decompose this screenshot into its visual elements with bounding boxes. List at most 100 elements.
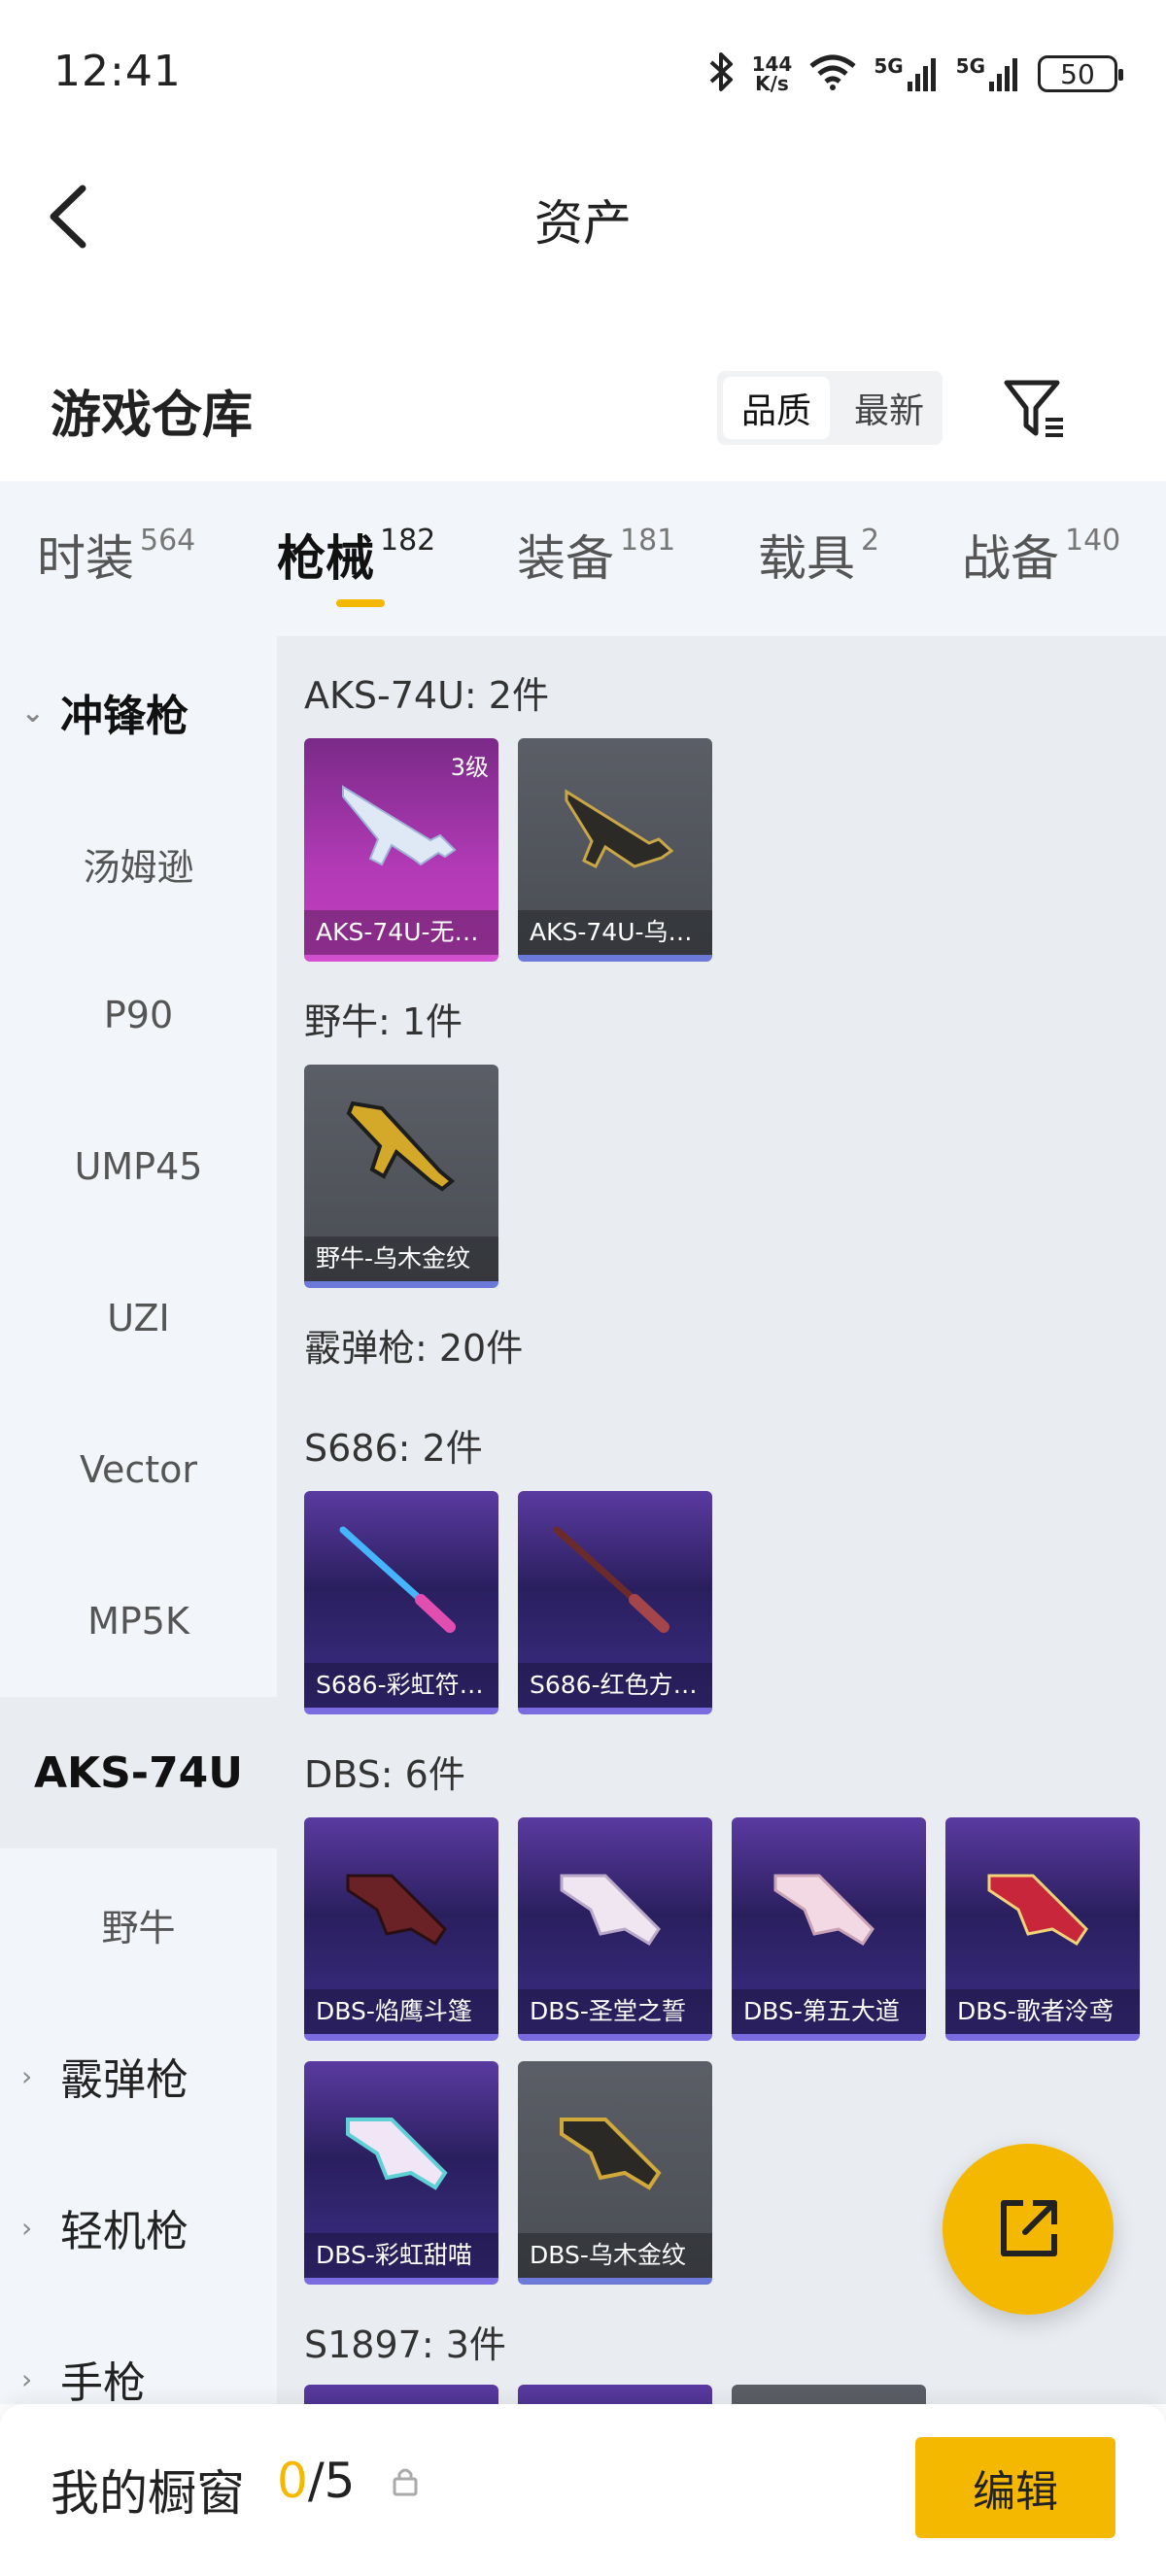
sidebar-item-shotgun[interactable]: › 霰弹枪 — [0, 2000, 277, 2152]
gun-icon — [346, 1874, 447, 1947]
share-icon — [1001, 2200, 1057, 2256]
gun-icon — [560, 2118, 662, 2190]
section-aks74u: AKS-74U: 2件 — [304, 674, 549, 717]
gun-icon — [987, 1874, 1088, 1947]
gun-icon — [553, 1526, 669, 1633]
sidebar-item-vector[interactable]: Vector — [0, 1394, 277, 1545]
section-bizon: 野牛: 1件 — [304, 1000, 463, 1043]
battery-level: 50 — [1060, 57, 1095, 90]
item-caption: DBS-第五大道 — [732, 1989, 926, 2034]
item-caption: DBS-圣堂之誓 — [518, 1989, 712, 2034]
tab-equipment[interactable]: 装备 181 — [517, 520, 675, 590]
section-s686: S686: 2件 — [304, 1427, 483, 1470]
wifi-icon — [807, 52, 858, 95]
item-caption: AKS-74U-无… — [304, 910, 498, 955]
gun-icon — [346, 2118, 448, 2190]
signal-icon-2: 5G — [956, 54, 1022, 93]
level-badge: 3级 — [450, 754, 489, 781]
edit-button[interactable]: 编辑 — [915, 2437, 1115, 2538]
sort-option-newest[interactable]: 最新 — [836, 371, 943, 445]
signal-icon-1: 5G — [874, 54, 940, 93]
gun-icon — [773, 1874, 874, 1947]
tab-label: 战备 — [962, 530, 1059, 587]
bottom-bar: 我的橱窗 0/5 编辑 — [0, 2404, 1166, 2576]
sidebar-item-label: 冲锋枪 — [60, 692, 189, 741]
status-time: 12:41 — [53, 47, 182, 96]
filter-button[interactable] — [1001, 375, 1069, 443]
sidebar-item-p90[interactable]: P90 — [0, 939, 277, 1091]
item-card[interactable]: DBS-彩虹甜喵 — [304, 2061, 498, 2285]
share-button[interactable] — [943, 2144, 1114, 2315]
tab-label: 载具 — [758, 530, 855, 587]
item-card[interactable]: 3级 AKS-74U-无… — [304, 738, 498, 962]
network-speed: 144 K/s — [752, 54, 793, 93]
item-card[interactable] — [732, 2385, 926, 2404]
bluetooth-icon — [707, 51, 737, 97]
page-title: 资产 — [534, 195, 632, 252]
sidebar-item-ump45[interactable]: UMP45 — [0, 1091, 277, 1242]
tab-count: 182 — [380, 524, 436, 558]
sidebar-item-label: 轻机枪 — [60, 2207, 189, 2256]
section-shotgun: 霰弹枪: 20件 — [304, 1327, 524, 1370]
item-card[interactable] — [518, 2385, 712, 2404]
item-card[interactable]: 野牛-乌木金纹 — [304, 1065, 498, 1288]
tab-label: 枪械 — [277, 530, 374, 587]
showcase-current: 0 — [277, 2453, 308, 2509]
filter-icon — [1004, 380, 1063, 437]
tab-fashion[interactable]: 时装 564 — [37, 520, 195, 590]
sort-toggle: 品质 最新 — [717, 371, 943, 445]
tab-label: 装备 — [517, 530, 614, 587]
sidebar-item-smg[interactable]: ⌄ 冲锋枪 — [0, 636, 277, 788]
item-caption: DBS-焰鹰斗篷 — [304, 1989, 498, 2034]
sidebar-item-thompson[interactable]: 汤姆逊 — [0, 788, 277, 939]
section-dbs: DBS: 6件 — [304, 1753, 465, 1796]
showcase-label: 我的橱窗 — [51, 2465, 245, 2522]
item-caption: S686-彩虹符… — [304, 1663, 498, 1708]
chevron-right-icon: › — [21, 2211, 33, 2244]
tab-count: 564 — [140, 524, 196, 558]
signal-label-1: 5G — [874, 54, 904, 78]
warehouse-title: 游戏仓库 — [51, 387, 254, 445]
showcase-total: /5 — [307, 2453, 356, 2509]
item-card[interactable]: DBS-焰鹰斗篷 — [304, 1817, 498, 2041]
sort-option-quality[interactable]: 品质 — [723, 377, 830, 439]
network-speed-value: 144 — [751, 52, 793, 76]
item-caption: DBS-彩虹甜喵 — [304, 2233, 498, 2278]
network-speed-unit: K/s — [755, 72, 789, 95]
tab-label: 时装 — [37, 530, 134, 587]
item-card[interactable]: S686-红色方… — [518, 1491, 712, 1714]
category-tabs: 时装 564 枪械 182 装备 181 载具 2 战备 140 — [0, 481, 1166, 636]
item-card[interactable]: DBS-第五大道 — [732, 1817, 926, 2041]
sidebar-item-pistol[interactable]: › 手枪 — [0, 2303, 277, 2404]
item-card[interactable]: DBS-歌者泠鸢 — [945, 1817, 1140, 2041]
item-caption: AKS-74U-乌… — [518, 910, 712, 955]
sidebar: ⌄ 冲锋枪 汤姆逊 P90 UMP45 UZI Vector MP5K AKS-7… — [0, 636, 277, 2404]
sidebar-item-bizon[interactable]: 野牛 — [0, 1848, 277, 2000]
lock-icon — [391, 2464, 420, 2501]
chevron-down-icon: ⌄ — [21, 695, 45, 729]
chevron-right-icon: › — [21, 2362, 33, 2395]
gun-icon — [346, 1101, 456, 1192]
gun-icon — [560, 1874, 661, 1947]
chevron-right-icon: › — [21, 2059, 33, 2092]
gun-icon — [565, 789, 674, 869]
active-tab-indicator — [336, 599, 385, 607]
tab-vehicles[interactable]: 载具 2 — [758, 520, 879, 590]
item-card[interactable] — [304, 2385, 498, 2404]
sidebar-item-aks74u[interactable]: AKS-74U — [0, 1697, 277, 1848]
item-card[interactable]: DBS-圣堂之誓 — [518, 1817, 712, 2041]
item-caption: DBS-歌者泠鸢 — [945, 1989, 1140, 2034]
item-card[interactable]: DBS-乌木金纹 — [518, 2061, 712, 2285]
item-card[interactable]: AKS-74U-乌… — [518, 738, 712, 962]
item-grid: AKS-74U: 2件 3级 AKS-74U-无… AKS-74U-乌… 野牛:… — [277, 636, 1166, 2404]
showcase-count: 0/5 — [277, 2453, 355, 2509]
item-card[interactable]: S686-彩虹符… — [304, 1491, 498, 1714]
item-caption: DBS-乌木金纹 — [518, 2233, 712, 2278]
tab-count: 181 — [620, 524, 676, 558]
sidebar-item-uzi[interactable]: UZI — [0, 1242, 277, 1394]
sidebar-item-label: 手枪 — [60, 2358, 146, 2404]
tab-guns[interactable]: 枪械 182 — [277, 520, 435, 590]
sidebar-item-mp5k[interactable]: MP5K — [0, 1545, 277, 1697]
sidebar-item-lmg[interactable]: › 轻机枪 — [0, 2152, 277, 2303]
tab-supplies[interactable]: 战备 140 — [962, 520, 1120, 590]
